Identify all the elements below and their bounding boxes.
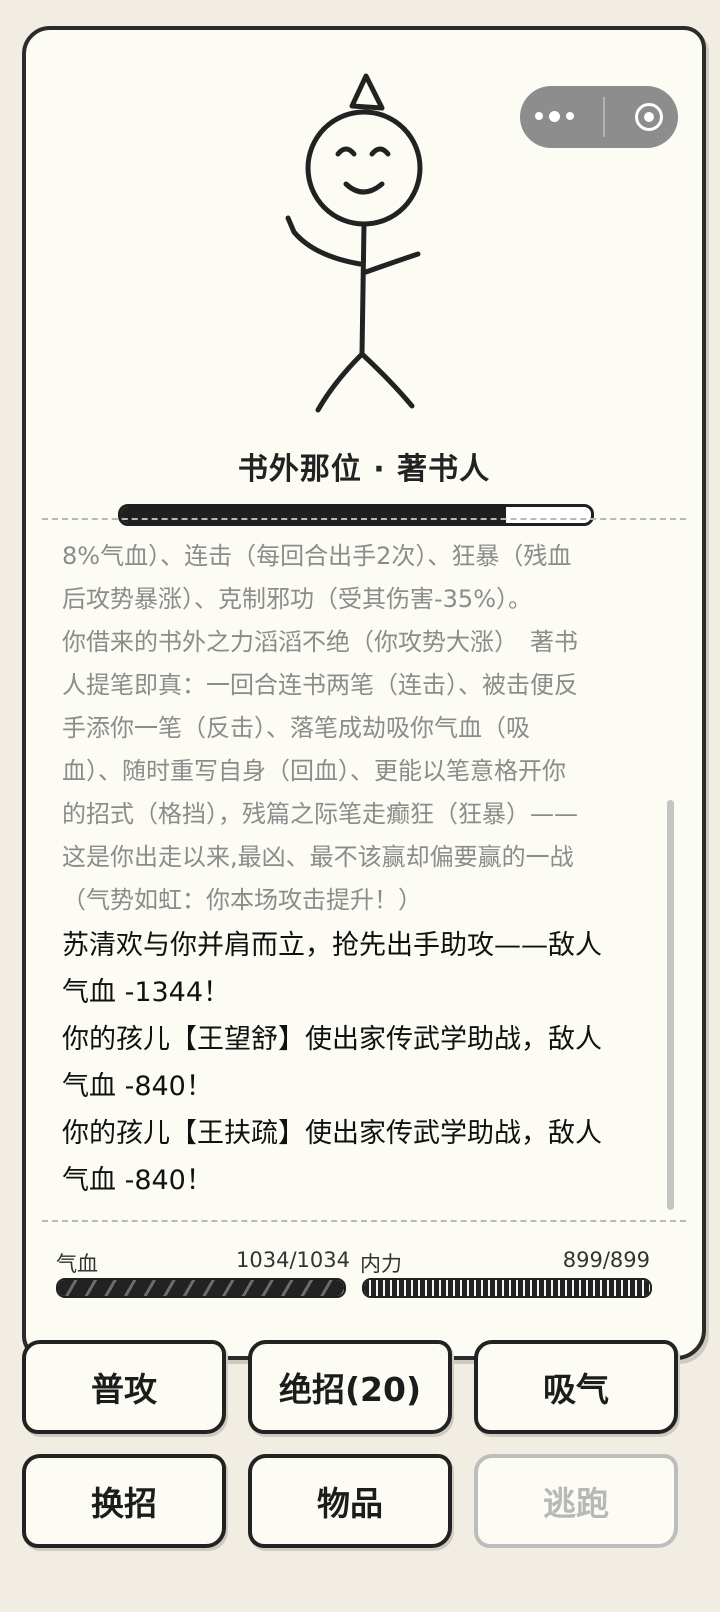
log-line: 苏清欢与你并肩而立，抢先出手助攻——敌人 — [62, 930, 602, 961]
log-line: 你的孩儿【王扶疏】使出家传武学助战，敌人 — [62, 1118, 602, 1149]
player-mp-fill — [364, 1280, 650, 1296]
player-hp-value: 1034/1034 — [236, 1248, 350, 1272]
target-circle-icon[interactable] — [635, 103, 664, 131]
battle-card: 书外那位 · 著书人 8%气血）、连击（每回合出手2次）、狂暴（残血 后攻势暴涨）… — [22, 26, 706, 1360]
capsule-divider — [603, 97, 606, 137]
player-mp-bar — [362, 1278, 652, 1298]
log-line: 8%气血）、连击（每回合出手2次）、狂暴（残血 — [62, 542, 572, 570]
battle-log[interactable]: 8%气血）、连击（每回合出手2次）、狂暴（残血 后攻势暴涨）、克制邪功（受其伤害-… — [42, 518, 686, 1222]
ultimate-button[interactable]: 绝招(20) — [248, 1340, 452, 1434]
more-dots-icon[interactable] — [534, 111, 574, 122]
player-mp-value: 899/899 — [562, 1248, 650, 1272]
flee-button: 逃跑 — [474, 1454, 678, 1548]
player-mp-label: 内力 — [360, 1252, 402, 1276]
log-line: 气血 -1344！ — [62, 977, 231, 1008]
log-scrollbar[interactable] — [667, 800, 674, 1210]
log-line: （气势如虹：你本场攻击提升！） — [62, 886, 422, 914]
log-line: 血）、随时重写自身（回血）、更能以笔意格开你 — [62, 757, 566, 785]
log-line: 后攻势暴涨）、克制邪功（受其伤害-35%）。 — [62, 585, 533, 613]
log-line: 的招式（格挡），残篇之际笔走癫狂（狂暴）—— — [62, 800, 578, 828]
log-line: 气血 -840！ — [62, 1071, 213, 1102]
switch-move-button[interactable]: 换招 — [22, 1454, 226, 1548]
attack-button[interactable]: 普攻 — [22, 1340, 226, 1434]
log-line: 你的孩儿【王望舒】使出家传武学助战，敌人 — [62, 1024, 602, 1055]
log-line: 你借来的书外之力滔滔不绝（你攻势大涨） 著书 — [62, 628, 578, 656]
breathe-button[interactable]: 吸气 — [474, 1340, 678, 1434]
log-line: 这是你出走以来,最凶、最不该赢却偏要赢的一战 — [62, 843, 574, 871]
player-hp-bar — [56, 1278, 346, 1298]
player-hp-label: 气血 — [56, 1252, 98, 1276]
stick-figure-enemy-portrait — [285, 73, 423, 413]
items-button[interactable]: 物品 — [248, 1454, 452, 1548]
miniprogram-capsule — [520, 86, 678, 148]
player-hp-fill — [58, 1280, 344, 1296]
enemy-name: 书外那位 · 著书人 — [237, 452, 491, 487]
battle-log-lines: 8%气血）、连击（每回合出手2次）、狂暴（残血 后攻势暴涨）、克制邪功（受其伤害-… — [62, 535, 646, 1204]
log-line: 手添你一笔（反击）、落笔成劫吸你气血（吸 — [62, 714, 530, 742]
log-line: 气血 -840！ — [62, 1165, 213, 1196]
log-line: 人提笔即真：一回合连书两笔（连击）、被击便反 — [62, 671, 578, 699]
